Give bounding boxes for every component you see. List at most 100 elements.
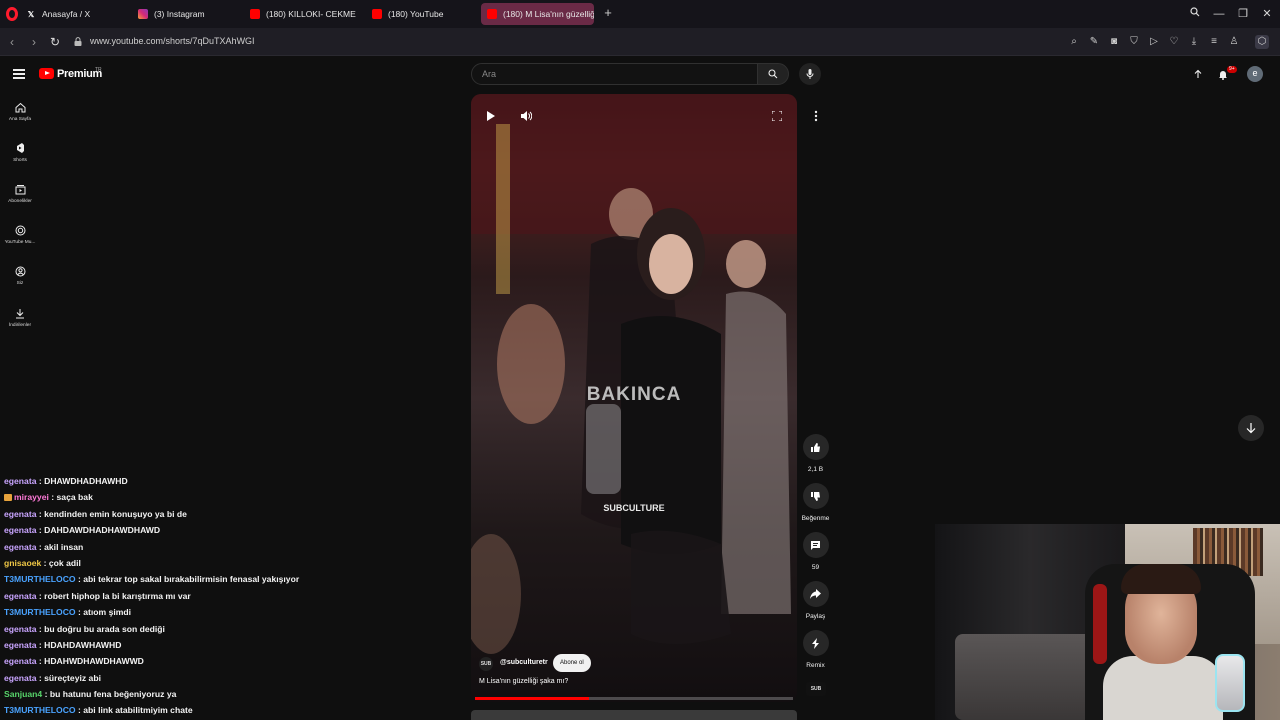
heart-icon[interactable]: ♡	[1167, 35, 1181, 49]
volume-icon[interactable]	[519, 109, 533, 123]
chat-username[interactable]: T3MURTHELOCO	[4, 705, 76, 715]
url-field[interactable]: www.youtube.com/shorts/7qDuTXAhWGI	[90, 36, 255, 46]
sidebar-item-subscriptions[interactable]: Abonelikler	[0, 183, 40, 204]
new-tab-plus-icon[interactable]: +	[601, 6, 615, 20]
camera-icon[interactable]: ◙	[1107, 35, 1121, 49]
streamer-webcam-image	[935, 524, 1280, 720]
x-logo-icon: 𝕏	[27, 9, 35, 19]
search-page-icon[interactable]: ⌕	[1067, 35, 1081, 49]
search-field-container	[471, 63, 758, 85]
forward-arrow-icon[interactable]: ›	[26, 34, 42, 50]
chat-username[interactable]: gnisaoek	[4, 558, 41, 568]
chat-text: bu hatunu fena beğeniyoruz ya	[49, 689, 177, 700]
comment-count: 59	[811, 564, 820, 571]
channel-handle[interactable]: @subculturetr	[500, 659, 548, 666]
chat-text: atıom şimdi	[83, 607, 132, 618]
menu-icon[interactable]: ≡	[1207, 35, 1221, 49]
minimize-icon[interactable]: —	[1211, 6, 1227, 22]
account-icon[interactable]: ♙	[1227, 35, 1241, 49]
sidebar-item-home[interactable]: Ana Sayfa	[0, 101, 40, 122]
chat-separator: :	[36, 656, 45, 667]
chat-message: egenata : DAHDAWDHADHAWDHAWD	[4, 524, 424, 540]
sidebar-item-you[interactable]: Siz	[0, 265, 40, 286]
play-extension-icon[interactable]: ▷	[1147, 35, 1161, 49]
video-caption-overlay: BAKINCA	[586, 384, 682, 405]
extension-box-icon[interactable]: ⬡	[1255, 35, 1269, 49]
chat-username[interactable]: Sanjuan4	[4, 689, 42, 699]
tab-title: (3) Instagram	[154, 9, 205, 19]
search-button[interactable]	[757, 63, 789, 85]
restore-icon[interactable]: ❐	[1235, 6, 1251, 22]
chat-message: egenata : DHAWDHADHAWHD	[4, 475, 424, 491]
opera-logo-icon[interactable]	[6, 7, 18, 21]
chat-username[interactable]: egenata	[4, 656, 36, 666]
channel-logo[interactable]: SUB	[479, 657, 493, 671]
sidebar-item-downloads[interactable]: İndirilenler	[0, 307, 40, 328]
shorts-video-player[interactable]: BAKINCA SUBCULTURE SUB @subculturetr Abo…	[471, 94, 797, 702]
chat-username[interactable]: mirayyei	[14, 492, 49, 502]
tab-youtube-killoki[interactable]: (180) KILLOKI- CEKMEKOY	[244, 3, 356, 25]
next-short-button[interactable]	[1238, 415, 1264, 441]
download-icon[interactable]: ⤓	[1187, 35, 1201, 49]
chat-separator: :	[36, 672, 45, 683]
search-icon	[768, 69, 778, 79]
video-watermark: SUBCULTURE	[603, 503, 665, 513]
chat-message: mirayyei : saça bak	[4, 491, 424, 507]
chat-text: DHAWDHADHAWHD	[44, 476, 128, 486]
remix-button[interactable]: Remix	[797, 630, 834, 669]
chat-username[interactable]: egenata	[4, 542, 36, 552]
close-window-icon[interactable]: ✕	[1259, 6, 1275, 22]
voice-search-button[interactable]	[799, 63, 821, 85]
chat-separator: :	[36, 525, 45, 536]
avatar[interactable]: e	[1247, 66, 1263, 82]
chat-username[interactable]: egenata	[4, 624, 36, 634]
tab-x[interactable]: 𝕏 Anasayfa / X	[20, 3, 130, 25]
video-progress-fill	[475, 697, 590, 700]
chat-username[interactable]: egenata	[4, 509, 36, 519]
like-button[interactable]: 2,1 B	[797, 434, 834, 473]
share-button[interactable]: Paylaş	[797, 581, 834, 620]
chat-text: bu doğru bu arada son dediği	[44, 623, 165, 634]
youtube-logo-icon	[250, 9, 260, 19]
tab-instagram[interactable]: (3) Instagram	[132, 3, 242, 25]
chat-text: abi link atabilitmiyim chate	[83, 705, 193, 716]
hamburger-menu-icon[interactable]	[13, 69, 25, 79]
sidebar-item-shorts[interactable]: Shorts	[0, 142, 40, 163]
video-progress-bar[interactable]	[475, 697, 793, 700]
subscribe-button[interactable]: Abone ol	[553, 654, 591, 672]
arrow-down-icon	[1246, 422, 1256, 433]
reload-icon[interactable]: ↻	[47, 34, 63, 50]
more-options-icon[interactable]	[807, 107, 825, 125]
chat-separator: :	[41, 557, 49, 568]
sidebar-item-label: Ana Sayfa	[8, 117, 32, 122]
chat-username[interactable]: T3MURTHELOCO	[4, 607, 76, 617]
chat-username[interactable]: egenata	[4, 640, 36, 650]
instagram-logo-icon	[138, 9, 148, 19]
address-bar: ‹ › ↻ www.youtube.com/shorts/7qDuTXAhWGI…	[0, 28, 1280, 56]
chat-text: robert hiphop la bi karıştırma mı var	[44, 590, 191, 601]
tab-youtube-home[interactable]: (180) YouTube	[366, 3, 476, 25]
next-short-preview[interactable]	[471, 710, 797, 720]
channel-thumbnail[interactable]: SUB	[806, 682, 826, 696]
back-arrow-icon[interactable]: ‹	[4, 34, 20, 50]
tab-youtube-short-active[interactable]: (180) M Lisa'nın güzelliği	[481, 3, 594, 25]
edit-icon[interactable]: ✎	[1087, 35, 1101, 49]
tab-search-icon[interactable]	[1187, 6, 1203, 22]
fullscreen-icon[interactable]	[770, 109, 784, 123]
shield-icon[interactable]: ⛉	[1127, 35, 1141, 49]
chat-username[interactable]: egenata	[4, 476, 36, 486]
chat-username[interactable]: egenata	[4, 673, 36, 683]
chat-username[interactable]: egenata	[4, 591, 36, 601]
chat-username[interactable]: T3MURTHELOCO	[4, 574, 76, 584]
search-input[interactable]	[472, 64, 757, 84]
youtube-logo-icon[interactable]	[39, 68, 54, 79]
short-title[interactable]: M Lisa'nın güzelliği şaka mı?	[479, 678, 568, 685]
create-upload-icon[interactable]	[1191, 67, 1205, 81]
chat-username[interactable]: egenata	[4, 525, 36, 535]
sidebar-item-youtube-music[interactable]: YouTube Mu...	[0, 224, 40, 245]
browser-tab-bar: 𝕏 Anasayfa / X (3) Instagram (180) KILLO…	[0, 0, 1280, 28]
comments-button[interactable]: 59	[797, 532, 834, 571]
play-icon[interactable]	[484, 109, 498, 123]
chat-message: egenata : süreçteyiz abi	[4, 672, 424, 688]
dislike-button[interactable]: Beğenme	[797, 483, 834, 522]
